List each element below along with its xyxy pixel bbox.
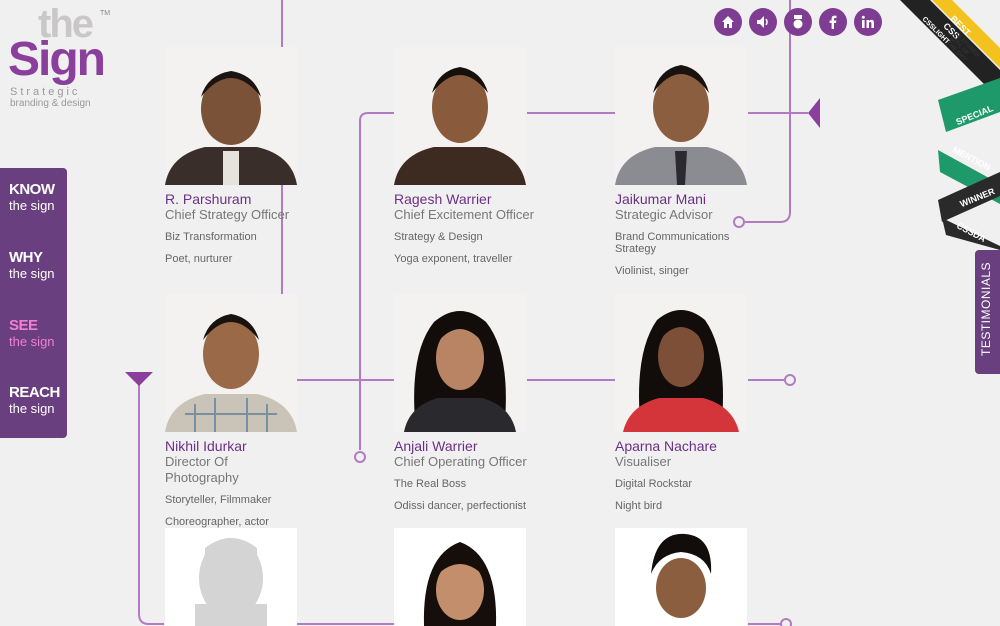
person-line1: Digital Rockstar	[615, 478, 693, 490]
person-photo	[394, 47, 526, 185]
person-line1: Brand Communications Strategy	[615, 231, 730, 255]
team-card[interactable]: R. Parshuram Chief Strategy Officer Biz …	[165, 47, 305, 265]
person-photo	[165, 294, 297, 432]
nav-why-key: WHY	[9, 249, 43, 266]
logo[interactable]: the TM Sign Strategic branding & design	[8, 2, 118, 109]
person-title: Director Of Photography	[165, 454, 239, 485]
nav-see[interactable]: SEE the sign	[9, 317, 65, 350]
team-card[interactable]: Anjali Warrier Chief Operating Officer T…	[394, 294, 534, 512]
team-card[interactable]: Ragesh Warrier Chief Excitement Officer …	[394, 47, 534, 265]
home-icon[interactable]	[714, 8, 742, 36]
person-title: Chief Excitement Officer	[394, 207, 534, 222]
team-card[interactable]	[394, 528, 534, 626]
testimonials-tab[interactable]: TESTIMONIALS	[975, 250, 1000, 374]
logo-sign: Sign	[8, 33, 106, 86]
nav-know[interactable]: KNOW the sign	[9, 181, 65, 214]
team-card[interactable]	[165, 528, 305, 626]
person-line2: Night bird	[615, 500, 663, 512]
person-photo	[394, 294, 526, 432]
left-nav: KNOW the sign WHY the sign SEE the sign …	[0, 168, 67, 438]
facebook-icon[interactable]	[819, 8, 847, 36]
person-line2: Poet, nurturer	[165, 253, 233, 265]
nav-why-sub: the sign	[9, 266, 55, 281]
person-line2: Violinist, singer	[615, 265, 689, 277]
person-photo	[615, 294, 747, 432]
nav-reach-key: REACH	[9, 384, 60, 401]
testimonials-label: TESTIMONIALS	[979, 261, 993, 356]
person-title: Chief Operating Officer	[394, 454, 527, 469]
logo-tagline-branding: branding & design	[10, 98, 91, 109]
linkedin-icon[interactable]	[854, 8, 882, 36]
person-photo-placeholder	[165, 528, 297, 626]
person-photo	[394, 528, 526, 626]
person-name: Jaikumar Mani	[615, 191, 707, 207]
person-line1: The Real Boss	[394, 478, 467, 490]
person-line2: Yoga exponent, traveller	[394, 253, 513, 265]
team-card[interactable]: Aparna Nachare Visualiser Digital Rockst…	[615, 294, 755, 512]
person-line1: Storyteller, Filmmaker	[165, 494, 272, 506]
nav-see-sub: the sign	[9, 334, 55, 349]
person-title: Visualiser	[615, 454, 672, 469]
nav-reach-sub: the sign	[9, 401, 55, 416]
award-icon[interactable]	[784, 8, 812, 36]
person-photo	[165, 47, 297, 185]
person-name: Anjali Warrier	[394, 438, 478, 454]
person-name: Nikhil Idurkar	[165, 438, 247, 454]
person-line1: Biz Transformation	[165, 231, 257, 243]
person-line2: Choreographer, actor	[165, 516, 269, 528]
nav-know-key: KNOW	[9, 181, 55, 198]
team-card[interactable]	[615, 528, 755, 626]
person-name: Ragesh Warrier	[394, 191, 492, 207]
person-photo	[615, 47, 747, 185]
speaker-icon[interactable]	[749, 8, 777, 36]
person-line1: Strategy & Design	[394, 231, 483, 243]
nav-see-key: SEE	[9, 317, 38, 334]
logo-tagline-strategic: Strategic	[10, 86, 81, 98]
nav-know-sub: the sign	[9, 198, 55, 213]
logo-tm: TM	[100, 10, 111, 17]
team-card[interactable]: Nikhil Idurkar Director Of Photography S…	[165, 294, 305, 528]
person-name: R. Parshuram	[165, 191, 252, 207]
person-line2: Odissi dancer, perfectionist	[394, 500, 527, 512]
nav-reach[interactable]: REACH the sign	[9, 384, 65, 417]
person-name: Aparna Nachare	[615, 438, 717, 454]
team-card[interactable]: Jaikumar Mani Strategic Advisor Brand Co…	[615, 47, 755, 277]
social-icons	[714, 8, 882, 36]
person-title: Strategic Advisor	[615, 207, 713, 222]
person-photo	[615, 528, 747, 626]
person-title: Chief Strategy Officer	[165, 207, 290, 222]
nav-why[interactable]: WHY the sign	[9, 249, 65, 282]
